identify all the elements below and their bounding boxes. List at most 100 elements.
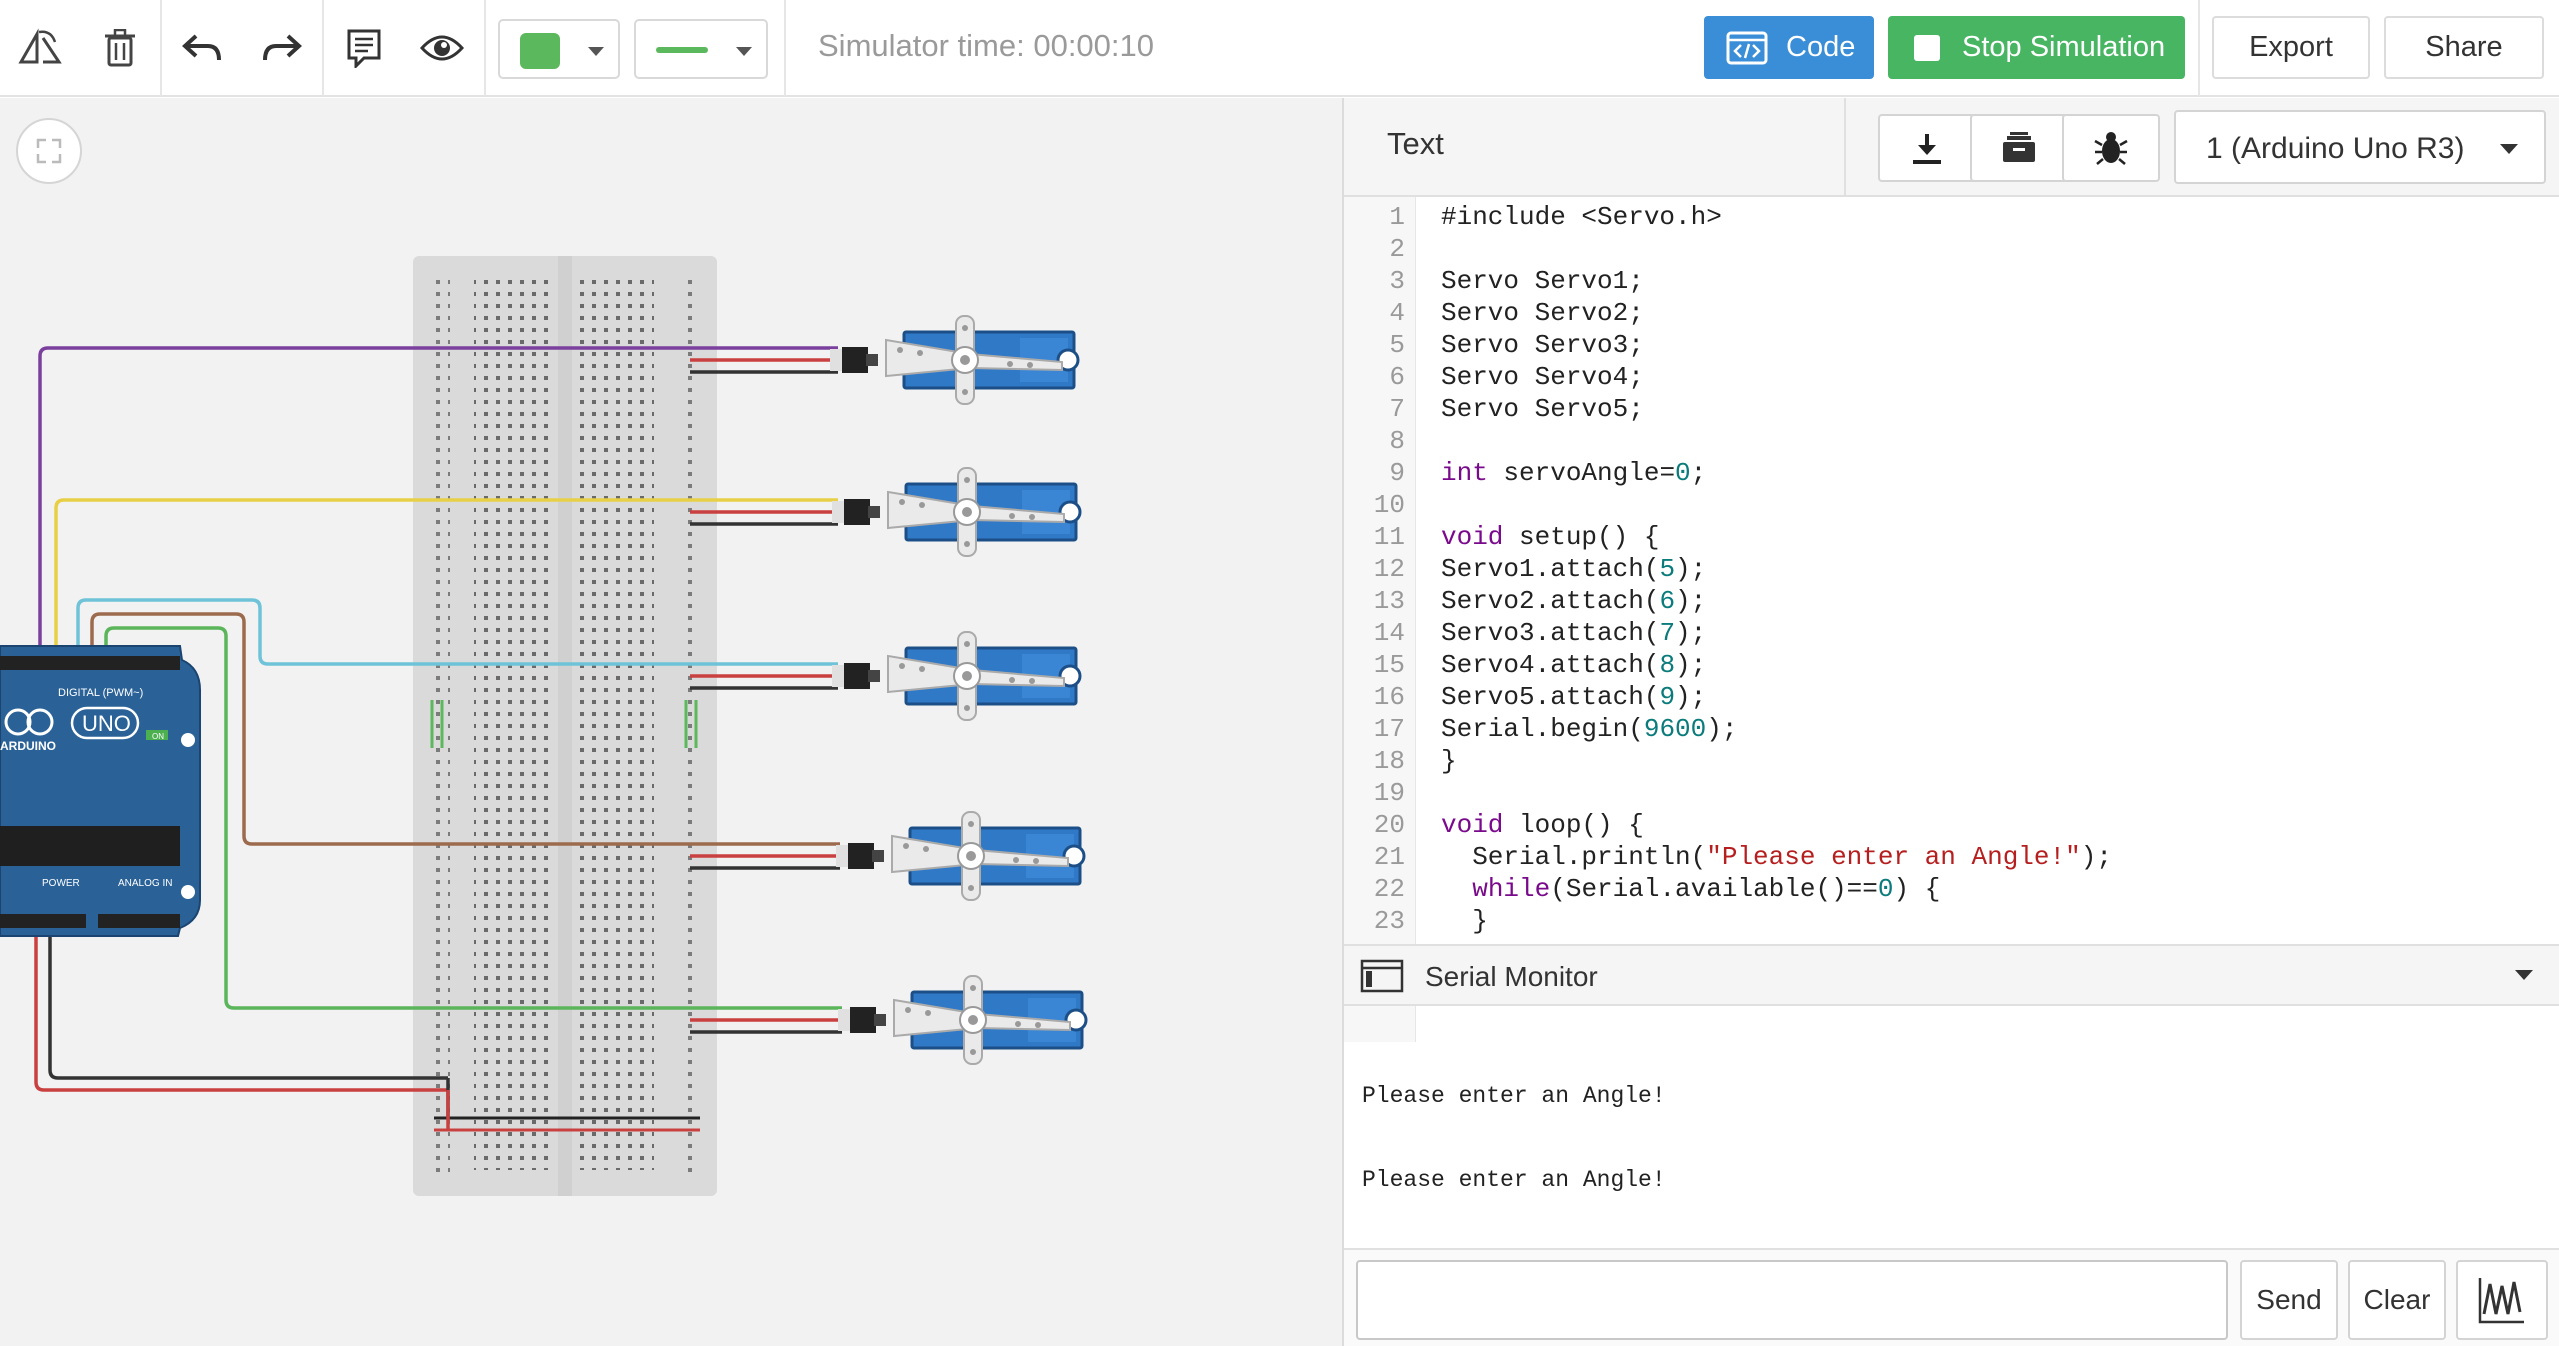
line-number: 14 bbox=[1373, 618, 1405, 648]
line-number: 1 bbox=[1389, 202, 1405, 232]
code-line[interactable]: 14 Servo3.attach(7); bbox=[1344, 617, 1706, 649]
line-number: 17 bbox=[1373, 714, 1405, 744]
code-text: Serial.begin(9600); bbox=[1441, 714, 1738, 744]
line-number: 16 bbox=[1373, 682, 1405, 712]
graph-button[interactable] bbox=[2456, 1260, 2548, 1340]
library-button[interactable] bbox=[1970, 114, 2068, 182]
line-number: 5 bbox=[1389, 330, 1405, 360]
code-line[interactable]: 21 Serial.println("Please enter an Angle… bbox=[1344, 841, 2112, 873]
line-number: 13 bbox=[1373, 586, 1405, 616]
arduino-on-label: ON bbox=[152, 732, 164, 741]
code-line[interactable]: 11 void setup() { bbox=[1344, 521, 1660, 553]
eye-icon[interactable] bbox=[408, 14, 476, 82]
code-text: #include <Servo.h> bbox=[1441, 202, 1722, 232]
code-line[interactable]: 3 Servo Servo1; bbox=[1344, 265, 1643, 297]
code-line[interactable]: 16 Servo5.attach(9); bbox=[1344, 681, 1706, 713]
code-mode-label[interactable]: Text bbox=[1387, 126, 1444, 162]
rotate-icon[interactable] bbox=[6, 14, 74, 82]
code-line[interactable]: 6 Servo Servo4; bbox=[1344, 361, 1643, 393]
serial-monitor-header[interactable]: Serial Monitor bbox=[1344, 944, 2559, 1006]
board-select-value: 1 (Arduino Uno R3) bbox=[2206, 132, 2465, 165]
serial-input[interactable] bbox=[1356, 1260, 2228, 1340]
code-line[interactable]: 22 while(Serial.available()==0) { bbox=[1344, 873, 1941, 905]
code-line[interactable]: 9 int servoAngle=0; bbox=[1344, 457, 1706, 489]
code-editor[interactable]: 1 #include <Servo.h> 2 3 Servo Servo1; 4 Servo… bbox=[1344, 197, 2559, 1042]
code-text: } bbox=[1441, 746, 1457, 776]
servo-4[interactable] bbox=[834, 810, 1086, 902]
send-button[interactable]: Send bbox=[2240, 1260, 2338, 1340]
servo-1[interactable] bbox=[828, 314, 1080, 406]
color-dropdown[interactable] bbox=[498, 19, 620, 79]
servo-3[interactable] bbox=[830, 630, 1082, 722]
line-number: 9 bbox=[1389, 458, 1405, 488]
code-text: Servo Servo1; bbox=[1441, 266, 1644, 296]
serial-output-line: Please enter an Angle! bbox=[1362, 1167, 1666, 1193]
wire-swatch bbox=[656, 47, 708, 53]
wire-type-dropdown[interactable] bbox=[634, 19, 768, 79]
code-line[interactable]: 12 Servo1.attach(5); bbox=[1344, 553, 1706, 585]
code-line[interactable]: 23 } bbox=[1344, 905, 1488, 937]
code-line[interactable]: 5 Servo Servo3; bbox=[1344, 329, 1643, 361]
circuit-canvas[interactable]: DIGITAL (PWM~) UNO ARDUINO ON POWER ANAL… bbox=[0, 98, 1342, 1346]
line-number: 4 bbox=[1389, 298, 1405, 328]
code-line[interactable]: 1 #include <Servo.h> bbox=[1344, 201, 1721, 233]
code-text: Servo2.attach(6); bbox=[1441, 586, 1707, 616]
redo-icon[interactable] bbox=[248, 14, 316, 82]
code-line[interactable]: 17 Serial.begin(9600); bbox=[1344, 713, 1738, 745]
chevron-down-icon bbox=[2500, 144, 2518, 154]
stop-simulation-button[interactable]: Stop Simulation bbox=[1888, 16, 2185, 79]
library-icon bbox=[2003, 132, 2035, 162]
code-button[interactable]: Code bbox=[1704, 16, 1874, 79]
debugger-button[interactable] bbox=[2062, 114, 2160, 182]
stop-simulation-label: Stop Simulation bbox=[1962, 31, 2166, 63]
servo-5[interactable] bbox=[836, 974, 1088, 1066]
code-text: Servo Servo4; bbox=[1441, 362, 1644, 392]
code-line[interactable]: 8 bbox=[1344, 425, 1416, 457]
line-number: 18 bbox=[1373, 746, 1405, 776]
code-line[interactable]: 2 bbox=[1344, 233, 1416, 265]
trash-icon[interactable] bbox=[86, 14, 154, 82]
code-text: while(Serial.available()==0) { bbox=[1472, 874, 1941, 904]
code-line[interactable]: 13 Servo2.attach(6); bbox=[1344, 585, 1706, 617]
code-line[interactable]: 19 bbox=[1344, 777, 1416, 809]
bug-icon bbox=[2094, 132, 2128, 165]
serial-monitor-title: Serial Monitor bbox=[1425, 961, 1598, 992]
stop-icon bbox=[1914, 34, 1940, 61]
code-line[interactable]: 18} bbox=[1344, 745, 1457, 777]
clear-button[interactable]: Clear bbox=[2348, 1260, 2446, 1340]
code-line[interactable]: 20 void loop() { bbox=[1344, 809, 1644, 841]
undo-icon[interactable] bbox=[168, 14, 236, 82]
code-text: void loop() { bbox=[1441, 810, 1644, 840]
arduino-uno[interactable]: DIGITAL (PWM~) UNO ARDUINO ON POWER ANAL… bbox=[0, 645, 201, 937]
line-number: 22 bbox=[1373, 874, 1405, 904]
graph-icon bbox=[2478, 1278, 2524, 1324]
code-text: Servo Servo2; bbox=[1441, 298, 1644, 328]
line-number: 21 bbox=[1373, 842, 1405, 872]
download-button[interactable] bbox=[1878, 114, 1976, 182]
code-line[interactable]: 10 bbox=[1344, 489, 1416, 521]
code-panel-header: Text 1 (Arduino Uno R3) bbox=[1344, 98, 2559, 197]
board-select[interactable]: 1 (Arduino Uno R3) bbox=[2174, 110, 2546, 184]
chevron-down-icon bbox=[588, 47, 604, 56]
servo-2[interactable] bbox=[830, 466, 1082, 558]
code-line[interactable]: 15 Servo4.attach(8); bbox=[1344, 649, 1706, 681]
line-number: 10 bbox=[1373, 490, 1405, 520]
code-line[interactable]: 7 Servo Servo5; bbox=[1344, 393, 1643, 425]
line-number: 15 bbox=[1373, 650, 1405, 680]
line-number: 12 bbox=[1373, 554, 1405, 584]
code-line[interactable]: 4 Servo Servo2; bbox=[1344, 297, 1643, 329]
code-text: Serial.println("Please enter an Angle!")… bbox=[1441, 842, 2112, 872]
share-button[interactable]: Share bbox=[2384, 16, 2544, 79]
line-number: 19 bbox=[1373, 778, 1405, 808]
notes-icon[interactable] bbox=[330, 14, 398, 82]
chevron-down-icon bbox=[736, 47, 752, 56]
breadboard[interactable] bbox=[413, 256, 717, 1196]
line-number: 2 bbox=[1389, 234, 1405, 264]
code-text: Servo Servo3; bbox=[1441, 330, 1644, 360]
serial-input-row: Send Clear bbox=[1344, 1248, 2559, 1346]
terminal-icon bbox=[1360, 959, 1404, 993]
simulator-time: Simulator time: 00:00:10 bbox=[818, 28, 1155, 63]
chevron-down-icon[interactable] bbox=[2515, 970, 2533, 980]
arduino-header-label: DIGITAL (PWM~) bbox=[58, 687, 143, 699]
export-button[interactable]: Export bbox=[2212, 16, 2370, 79]
